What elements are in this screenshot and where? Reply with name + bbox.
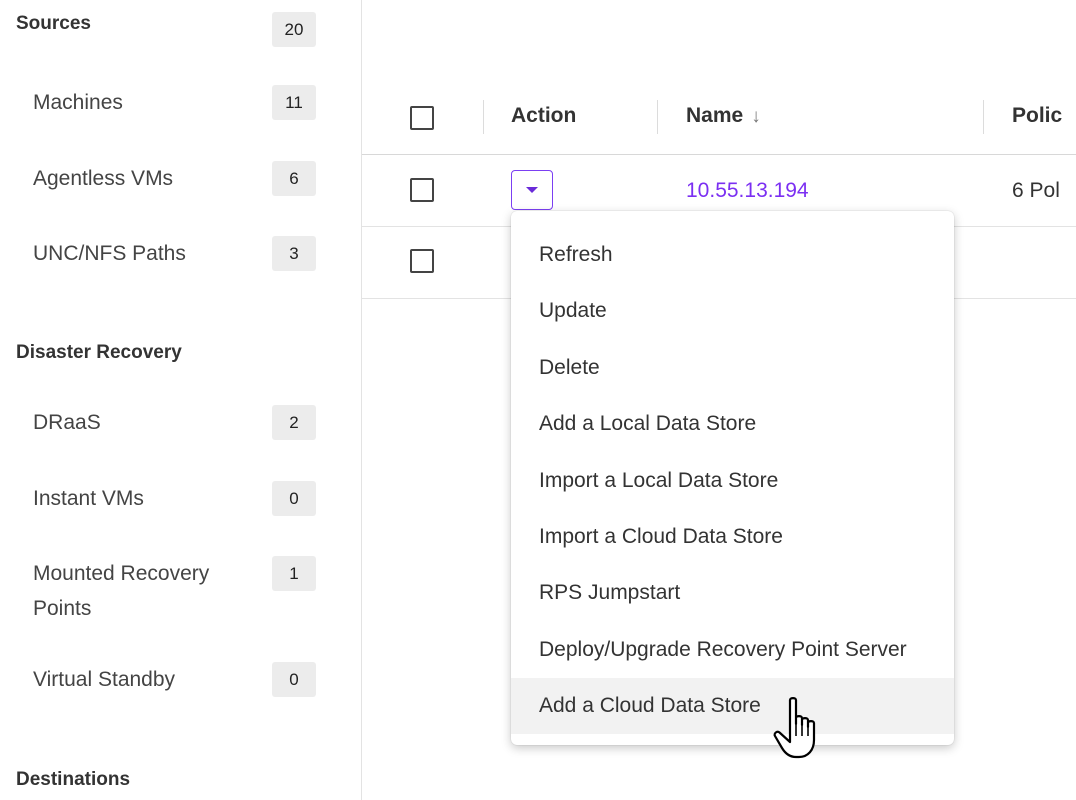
menu-item-import-cloud-data-store[interactable]: Import a Cloud Data Store: [511, 509, 954, 565]
sidebar-item-agentless-vms[interactable]: Agentless VMs 6: [33, 161, 323, 196]
menu-item-update[interactable]: Update: [511, 283, 954, 339]
count-badge: 1: [272, 556, 316, 591]
menu-item-add-cloud-data-store[interactable]: Add a Cloud Data Store: [511, 678, 954, 734]
menu-item-deploy-upgrade-rps[interactable]: Deploy/Upgrade Recovery Point Server: [511, 622, 954, 678]
count-badge: 11: [272, 85, 316, 120]
sidebar-item-label: DRaaS: [33, 411, 101, 434]
column-divider: [483, 100, 484, 134]
sidebar: Sources 20 Machines 11 Agentless VMs 6 U…: [0, 0, 362, 800]
count-badge: 3: [272, 236, 316, 271]
menu-item-add-local-data-store[interactable]: Add a Local Data Store: [511, 396, 954, 452]
column-header-name[interactable]: Name ↓: [686, 104, 761, 128]
sidebar-item-mounted-recovery-points[interactable]: Mounted Recovery Points 1: [33, 556, 323, 626]
row-checkbox[interactable]: [410, 249, 434, 273]
count-badge: 2: [272, 405, 316, 440]
column-divider: [657, 100, 658, 134]
sidebar-item-label: Virtual Standby: [33, 668, 176, 691]
sidebar-item-label: Mounted Recovery Points: [33, 562, 210, 620]
caret-down-icon: [526, 187, 538, 193]
sidebar-item-unc-nfs-paths[interactable]: UNC/NFS Paths 3: [33, 236, 323, 271]
column-header-policy: Polic: [1012, 104, 1063, 127]
action-menu: Refresh Update Delete Add a Local Data S…: [511, 211, 954, 745]
row-checkbox[interactable]: [410, 178, 434, 202]
sidebar-item-label: Instant VMs: [33, 487, 144, 510]
table-header: Action Name ↓ Polic: [362, 80, 1076, 155]
column-header-action: Action: [511, 104, 577, 127]
sidebar-item-virtual-standby[interactable]: Virtual Standby 0: [33, 662, 323, 697]
section-title-destinations: Destinations: [16, 769, 131, 790]
section-title-disaster-recovery: Disaster Recovery: [16, 342, 182, 363]
row-policy: 6 Pol: [1012, 179, 1060, 202]
menu-item-refresh[interactable]: Refresh: [511, 227, 954, 283]
sidebar-item-machines[interactable]: Machines 11: [33, 85, 323, 120]
section-title-sources: Sources: [16, 13, 91, 34]
arrow-down-icon[interactable]: ↓: [751, 106, 761, 128]
menu-item-delete[interactable]: Delete: [511, 340, 954, 396]
count-badge: 0: [272, 662, 316, 697]
column-header-label: Name: [686, 104, 744, 127]
count-badge: 6: [272, 161, 316, 196]
sidebar-item-instant-vms[interactable]: Instant VMs 0: [33, 481, 323, 516]
menu-item-rps-jumpstart[interactable]: RPS Jumpstart: [511, 565, 954, 621]
count-badge: 0: [272, 481, 316, 516]
row-name-link[interactable]: 10.55.13.194: [686, 179, 809, 203]
menu-item-import-local-data-store[interactable]: Import a Local Data Store: [511, 453, 954, 509]
action-dropdown-button[interactable]: [511, 170, 553, 210]
sidebar-item-label: Agentless VMs: [33, 167, 174, 190]
sidebar-item-label: UNC/NFS Paths: [33, 242, 186, 265]
column-divider: [983, 100, 984, 134]
sources-count-badge: 20: [272, 12, 316, 47]
sidebar-item-label: Machines: [33, 91, 123, 114]
select-all-checkbox[interactable]: [410, 106, 434, 130]
sidebar-item-draas[interactable]: DRaaS 2: [33, 405, 323, 440]
